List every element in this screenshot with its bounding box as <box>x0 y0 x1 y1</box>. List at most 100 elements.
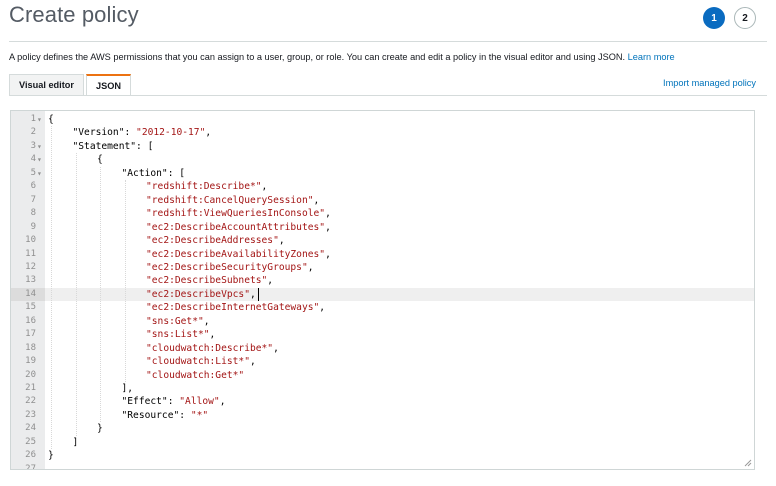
code-line[interactable]: 1 ▾{ <box>11 113 754 126</box>
tab-visual-editor[interactable]: Visual editor <box>9 74 84 96</box>
code-text: "ec2:DescribeAvailabilityZones", <box>146 248 331 260</box>
import-managed-policy-link[interactable]: Import managed policy <box>663 78 756 88</box>
resize-handle-icon[interactable] <box>744 459 752 467</box>
code-text: "redshift:CancelQuerySession", <box>146 194 320 206</box>
line-number: 20 <box>25 369 36 380</box>
line-number: 12 <box>25 261 36 272</box>
line-number: 11 <box>25 248 36 259</box>
page-title: Create policy <box>9 2 139 27</box>
code-text: ] <box>72 436 79 448</box>
code-line[interactable]: 25] <box>11 436 754 449</box>
code-line[interactable]: 12 "ec2:DescribeSecurityGroups", <box>11 261 754 274</box>
code-line[interactable]: 18 "cloudwatch:Describe*", <box>11 342 754 355</box>
code-text: "ec2:DescribeAddresses", <box>146 235 285 247</box>
code-line[interactable]: 13 "ec2:DescribeSubnets", <box>11 274 754 287</box>
line-number: 27 <box>25 463 36 470</box>
code-text: ], <box>121 383 134 394</box>
code-text: "cloudwatch:Get*" <box>146 369 245 381</box>
code-text: "ec2:DescribeSecurityGroups", <box>146 261 314 273</box>
fold-toggle-icon[interactable]: ▾ <box>37 113 42 126</box>
step-2-indicator[interactable]: 2 <box>734 7 756 29</box>
code-text: "redshift:Describe*", <box>146 181 268 193</box>
policy-description: A policy defines the AWS permissions tha… <box>9 52 675 62</box>
code-text: } <box>97 423 103 435</box>
line-number: 23 <box>25 409 36 420</box>
code-text: "Action": [ <box>121 167 186 179</box>
editor-tabs: Visual editor JSON <box>9 74 133 96</box>
code-text: "Effect": "Allow", <box>121 396 226 408</box>
line-number: 17 <box>25 329 36 340</box>
code-line[interactable]: 22 "Effect": "Allow", <box>11 395 754 408</box>
indent-guide <box>75 153 77 436</box>
code-line[interactable]: 20 "cloudwatch:Get*" <box>11 369 754 382</box>
code-text: "ec2:DescribeVpcs", <box>146 288 256 300</box>
code-line[interactable]: 6 "redshift:Describe*", <box>11 180 754 193</box>
code-line[interactable]: 5 ▾ "Action": [ <box>11 167 754 180</box>
code-line[interactable]: 23 "Resource": "*" <box>11 409 754 422</box>
code-text: "cloudwatch:Describe*", <box>146 342 279 354</box>
text-cursor <box>257 287 259 301</box>
code-line[interactable]: 8 "redshift:ViewQueriesInConsole", <box>11 207 754 220</box>
code-text: { <box>97 154 103 166</box>
line-number: 21 <box>25 383 36 393</box>
tabs-divider <box>9 95 767 96</box>
code-line[interactable]: 10 "ec2:DescribeAddresses", <box>11 234 754 247</box>
indent-guide <box>124 180 126 382</box>
line-number: 9 <box>30 221 36 232</box>
line-number: 15 <box>25 302 36 313</box>
code-line[interactable]: 2 "Version": "2012-10-17", <box>11 126 754 139</box>
json-code-editor[interactable]: 1 ▾{2 "Version": "2012-10-17", 3 ▾ "Statement… <box>10 110 755 470</box>
line-number: 7 <box>30 194 36 205</box>
code-line[interactable]: 9 "ec2:DescribeAccountAttributes", <box>11 221 754 234</box>
code-text: { <box>48 114 54 125</box>
line-number: 24 <box>25 423 36 434</box>
code-line[interactable]: 24} <box>11 422 754 435</box>
code-text: "ec2:DescribeInternetGateways", <box>146 302 326 314</box>
code-text: "Version": "2012-10-17", <box>72 127 212 139</box>
code-text: "ec2:DescribeSubnets", <box>146 275 274 287</box>
line-number: 16 <box>25 315 36 326</box>
line-number: 6 <box>30 181 36 192</box>
code-line[interactable]: 27 <box>11 463 754 470</box>
code-text: "sns:Get*", <box>146 315 210 327</box>
code-text: "ec2:DescribeAccountAttributes", <box>146 221 331 233</box>
fold-toggle-icon[interactable]: ▾ <box>37 167 42 180</box>
line-number: 13 <box>25 275 36 286</box>
fold-toggle-icon[interactable]: ▾ <box>37 153 42 166</box>
line-number: 18 <box>25 342 36 353</box>
line-number: 14 <box>11 287 45 302</box>
code-text: "sns:List*", <box>146 329 216 341</box>
learn-more-link[interactable]: Learn more <box>628 52 675 62</box>
indent-guide <box>51 126 52 450</box>
code-text: "cloudwatch:List*", <box>146 356 256 368</box>
code-line[interactable]: 3 ▾ "Statement": [ <box>11 140 754 153</box>
code-text: "Resource": "*" <box>121 409 209 421</box>
code-line[interactable]: 21], <box>11 382 754 395</box>
line-number: 8 <box>30 208 36 219</box>
code-line[interactable]: 4 ▾{ <box>11 153 754 166</box>
indent-guide <box>100 166 101 423</box>
wizard-steps: 1 2 <box>703 7 756 29</box>
line-number: 25 <box>25 436 36 447</box>
code-line[interactable]: 17 "sns:List*", <box>11 328 754 341</box>
code-line[interactable]: 15 "ec2:DescribeInternetGateways", <box>11 301 754 314</box>
line-number: 2 <box>30 127 36 138</box>
code-line[interactable]: 19 "cloudwatch:List*", <box>11 355 754 368</box>
title-divider <box>9 41 767 42</box>
code-line[interactable]: 7 "redshift:CancelQuerySession", <box>11 194 754 207</box>
description-text: A policy defines the AWS permissions tha… <box>9 52 626 62</box>
fold-toggle-icon[interactable]: ▾ <box>37 140 42 153</box>
code-text: "Statement": [ <box>72 140 154 152</box>
code-line[interactable]: 16 "sns:Get*", <box>11 315 754 328</box>
line-number: 19 <box>25 356 36 367</box>
code-line[interactable]: 14 "ec2:DescribeVpcs", <box>11 287 754 302</box>
line-number: 26 <box>25 450 36 461</box>
line-number: 22 <box>25 396 36 407</box>
code-line[interactable]: 11 "ec2:DescribeAvailabilityZones", <box>11 248 754 261</box>
code-line[interactable]: 26} <box>11 449 754 462</box>
line-number: 10 <box>25 235 36 246</box>
code-text: } <box>48 450 54 462</box>
step-1-indicator[interactable]: 1 <box>703 7 725 29</box>
code-text: "redshift:ViewQueriesInConsole", <box>146 208 331 220</box>
tab-json[interactable]: JSON <box>85 74 132 96</box>
